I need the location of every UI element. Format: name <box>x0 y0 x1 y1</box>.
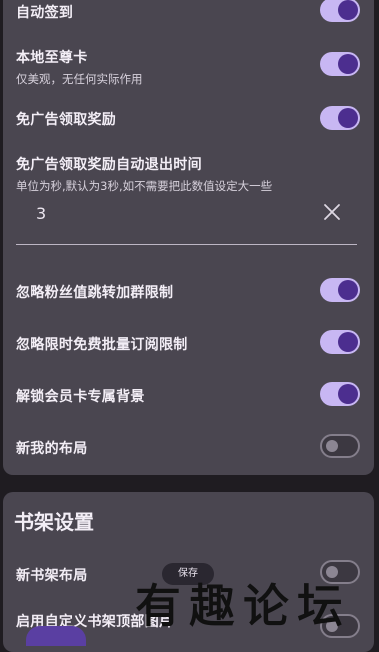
unlock-vip-bg-switch[interactable] <box>320 382 360 406</box>
switch-knob <box>338 54 358 74</box>
section-title: 书架设置 <box>14 510 94 534</box>
settings-card: 自动签到 本地至尊卡 仅美观，无任何实际作用 免广告领取奖励 免广告领取奖励自动… <box>3 0 374 475</box>
switch-knob <box>338 108 358 128</box>
new-my-layout-row[interactable]: 新我的布局 <box>16 438 361 458</box>
ignore-fan-limit-switch[interactable] <box>320 278 360 302</box>
new-my-layout-switch[interactable] <box>320 434 360 458</box>
unlock-vip-bg-label: 解锁会员卡专属背景 <box>16 389 145 405</box>
ignore-free-batch-label: 忽略限时免费批量订阅限制 <box>16 337 188 353</box>
auto-exit-time-label: 免广告领取奖励自动退出时间 <box>16 157 202 173</box>
switch-knob <box>338 0 358 20</box>
floating-action-button[interactable] <box>26 626 86 646</box>
auto-exit-time-input[interactable]: 3 <box>16 204 357 245</box>
new-my-layout-label: 新我的布局 <box>16 441 88 457</box>
close-icon[interactable] <box>323 203 341 221</box>
ignore-free-batch-switch[interactable] <box>320 330 360 354</box>
auto-exit-time-desc: 单位为秒,默认为3秒,如不需要把此数值设定大一些 <box>16 179 273 193</box>
auto-sign-label: 自动签到 <box>16 5 74 21</box>
switch-knob <box>338 280 358 300</box>
switch-knob <box>338 384 358 404</box>
auto-sign-switch[interactable] <box>320 0 360 22</box>
auto-sign-row[interactable]: 自动签到 <box>16 2 361 22</box>
auto-exit-time-row: 免广告领取奖励自动退出时间 单位为秒,默认为3秒,如不需要把此数值设定大一些 <box>16 154 361 194</box>
ignore-fan-limit-row[interactable]: 忽略粉丝值跳转加群限制 <box>16 282 361 302</box>
auto-exit-time-value[interactable]: 3 <box>36 204 46 223</box>
local-supreme-card-switch[interactable] <box>320 52 360 76</box>
local-supreme-card-label: 本地至尊卡 <box>16 50 88 66</box>
ad-free-reward-switch[interactable] <box>320 106 360 130</box>
local-supreme-card-row[interactable]: 本地至尊卡 仅美观，无任何实际作用 <box>16 47 361 87</box>
local-supreme-card-desc: 仅美观，无任何实际作用 <box>16 72 143 86</box>
unlock-vip-bg-row[interactable]: 解锁会员卡专属背景 <box>16 386 361 406</box>
ignore-fan-limit-label: 忽略粉丝值跳转加群限制 <box>16 285 174 301</box>
watermark: 有趣论坛 <box>135 579 351 634</box>
switch-knob <box>338 332 358 352</box>
ad-free-reward-row[interactable]: 免广告领取奖励 <box>16 109 361 129</box>
switch-knob <box>326 440 338 452</box>
ad-free-reward-label: 免广告领取奖励 <box>16 112 117 128</box>
ignore-free-batch-row[interactable]: 忽略限时免费批量订阅限制 <box>16 334 361 354</box>
